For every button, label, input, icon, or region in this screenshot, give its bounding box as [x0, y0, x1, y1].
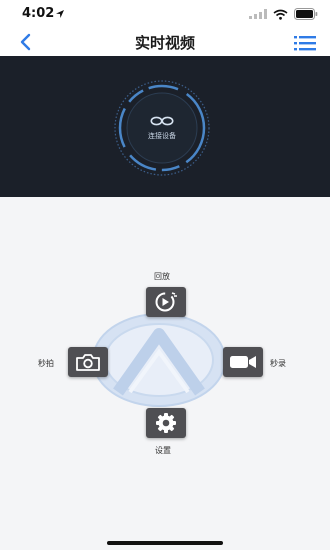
gear-icon [156, 413, 176, 433]
brand-logo-watermark [92, 313, 226, 407]
home-indicator [107, 541, 223, 545]
video-camera-icon [230, 356, 256, 368]
battery-icon [294, 8, 318, 20]
playback-label: 回放 [154, 272, 170, 281]
playback-button[interactable] [146, 287, 186, 317]
connect-ring-icon[interactable] [112, 78, 212, 178]
status-icons [249, 7, 318, 21]
menu-button[interactable] [292, 33, 318, 53]
wifi-icon [273, 9, 288, 20]
navigation-bar: 实时视频 [0, 28, 330, 57]
record-button[interactable] [223, 347, 263, 377]
list-menu-icon [294, 36, 316, 51]
settings-label: 设置 [155, 446, 171, 455]
signal-icon [249, 9, 267, 19]
playback-icon [155, 292, 177, 312]
location-arrow-icon [56, 10, 64, 18]
settings-button[interactable] [146, 408, 186, 438]
video-player-area[interactable]: 连接设备 [0, 56, 330, 197]
status-time: 4:02 [22, 6, 55, 21]
page-title: 实时视频 [134, 34, 195, 52]
camera-icon [76, 354, 100, 371]
record-label: 秒录 [270, 359, 286, 368]
status-bar: 4:02 [0, 0, 330, 28]
snapshot-button[interactable] [68, 347, 108, 377]
connect-device-label: 连接设备 [148, 132, 176, 140]
snapshot-label: 秒拍 [38, 359, 54, 368]
